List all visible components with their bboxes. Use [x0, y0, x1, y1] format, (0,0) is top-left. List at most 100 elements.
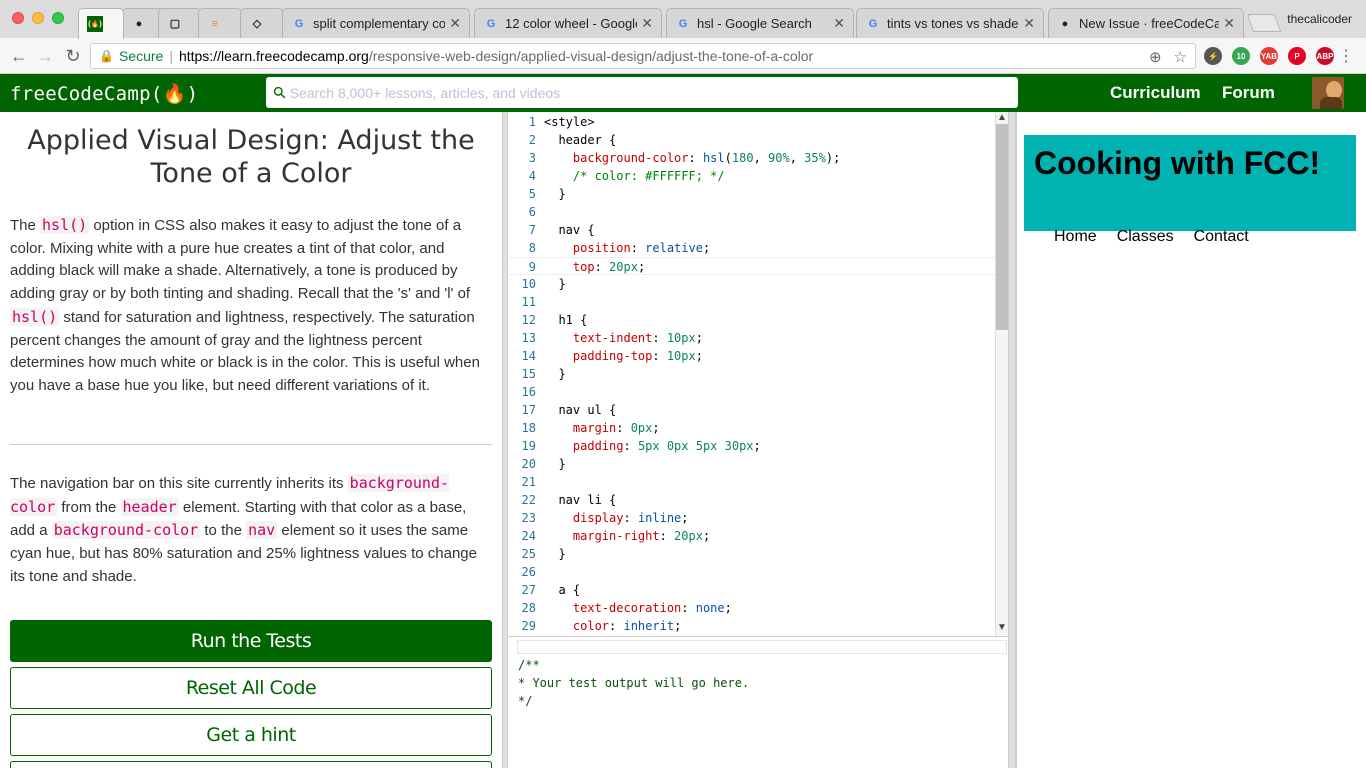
browser-tab[interactable]: (🔥) — [78, 8, 124, 39]
preview-header: Cooking with FCC! — [1024, 135, 1356, 231]
code-line[interactable]: 4 /* color: #FFFFFF; */ — [508, 167, 998, 185]
window-minimize-button[interactable] — [32, 12, 44, 24]
reload-icon[interactable]: ↻ — [62, 45, 84, 67]
code-line[interactable]: 24 margin-right: 20px; — [508, 527, 998, 545]
preview-nav-link[interactable]: Contact — [1194, 228, 1249, 246]
browser-tab[interactable]: ▢ — [158, 8, 202, 38]
close-tab-icon[interactable]: ✕ — [1023, 15, 1035, 32]
close-tab-icon[interactable]: ✕ — [449, 15, 461, 32]
close-tab-icon[interactable]: ✕ — [1223, 15, 1235, 32]
scroll-down-icon[interactable]: ▼ — [996, 622, 1008, 633]
line-number: 11 — [521, 295, 536, 309]
code-line[interactable]: 6 — [508, 203, 998, 221]
tab-title: New Issue · freeCodeCa — [1079, 16, 1220, 31]
code-line[interactable]: 21 — [508, 473, 998, 491]
code-line[interactable]: 26 — [508, 563, 998, 581]
browser-tab[interactable]: ◇ — [240, 8, 284, 38]
code-line[interactable]: 3 background-color: hsl(180, 90%, 35%); — [508, 149, 998, 167]
code-line[interactable]: 5 } — [508, 185, 998, 203]
user-avatar[interactable] — [1312, 77, 1344, 109]
preview-nav-link[interactable]: Home — [1054, 228, 1097, 246]
adblock-icon[interactable]: ABP — [1316, 47, 1334, 65]
close-tab-icon[interactable]: ✕ — [641, 15, 653, 32]
browser-tab[interactable]: ● New Issue · freeCodeCa ✕ — [1048, 8, 1244, 38]
editor-scrollbar-thumb[interactable] — [996, 124, 1008, 330]
code-line[interactable]: 23 display: inline; — [508, 509, 998, 527]
code-token: position — [544, 241, 631, 255]
code-token: ); — [825, 151, 841, 165]
browser-tab[interactable]: G 12 color wheel - Google ✕ — [474, 8, 662, 38]
test-output-panel — [508, 636, 1008, 768]
nav-curriculum-link[interactable]: Curriculum — [1110, 83, 1201, 103]
inline-code: nav — [246, 521, 278, 540]
forward-arrow-icon[interactable]: → — [34, 45, 56, 67]
code-token: , — [789, 151, 805, 165]
ask-help-button[interactable] — [10, 761, 492, 768]
translate-icon[interactable]: ⊕ — [1149, 48, 1162, 66]
line-number: 6 — [528, 205, 536, 219]
code-line[interactable]: 14 padding-top: 10px; — [508, 347, 998, 365]
address-separator: | — [169, 48, 173, 64]
browser-tab[interactable]: ≡ — [198, 8, 242, 38]
code-line[interactable]: 16 — [508, 383, 998, 401]
code-line[interactable]: 2 header { — [508, 131, 998, 149]
search-input[interactable] — [289, 84, 990, 101]
calendar-extension-icon[interactable]: 10 — [1232, 47, 1250, 65]
code-line[interactable]: 27 a { — [508, 581, 998, 599]
code-token: inherit — [623, 619, 675, 633]
line-number: 4 — [528, 169, 536, 183]
reset-code-button[interactable]: Reset All Code — [10, 667, 492, 709]
fcc-logo[interactable]: freeCodeCamp(🔥) — [10, 82, 198, 105]
address-bar[interactable]: 🔒 Secure | https://learn.freecodecamp.or… — [90, 43, 1196, 69]
pane-splitter-right[interactable] — [1008, 112, 1016, 768]
code-token: } — [544, 457, 566, 471]
code-token: background-color — [544, 151, 689, 165]
code-line[interactable]: 19 padding: 5px 0px 5px 30px; — [508, 437, 998, 455]
yab-extension-icon[interactable]: YAB — [1260, 47, 1278, 65]
code-token: ; — [724, 601, 732, 615]
code-line[interactable]: 7 nav { — [508, 221, 998, 239]
code-line[interactable]: 22 nav li { — [508, 491, 998, 509]
code-line[interactable]: 25 } — [508, 545, 998, 563]
code-line[interactable]: 10 } — [508, 275, 998, 293]
test-output-input[interactable] — [517, 640, 1007, 654]
code-line[interactable]: 1 <style> — [508, 113, 998, 131]
line-number: 15 — [521, 367, 536, 381]
code-token: nav li { — [544, 493, 617, 507]
nav-forum-link[interactable]: Forum — [1222, 83, 1275, 103]
profile-name[interactable]: thecalicoder — [1287, 12, 1352, 26]
browser-tab[interactable]: Gsplit complementary col ✕ — [282, 8, 470, 38]
get-hint-button[interactable]: Get a hint — [10, 714, 492, 756]
bookmark-star-icon[interactable]: ☆ — [1174, 48, 1187, 66]
code-editor[interactable]: 1 <style> 2 header {3 background-color: hs… — [508, 112, 1008, 636]
code-line[interactable]: 17 nav ul { — [508, 401, 998, 419]
code-token: ; — [753, 439, 761, 453]
code-line[interactable]: 9 top: 20px; — [508, 257, 998, 275]
code-line[interactable]: 20 } — [508, 455, 998, 473]
window-maximize-button[interactable] — [52, 12, 64, 24]
browser-tab[interactable]: Gtints vs tones vs shades ✕ — [856, 8, 1044, 38]
line-number: 13 — [521, 331, 536, 345]
code-line[interactable]: 8 position: relative; — [508, 239, 998, 257]
code-line[interactable]: 28 text-decoration: none; — [508, 599, 998, 617]
pinterest-icon[interactable]: P — [1288, 47, 1306, 65]
run-tests-button[interactable]: Run the Tests — [10, 620, 492, 662]
code-line[interactable]: 12 h1 { — [508, 311, 998, 329]
code-token: : — [616, 421, 631, 435]
bolt-icon[interactable]: ⚡ — [1204, 47, 1222, 65]
browser-tab[interactable]: Ghsl - Google Search ✕ — [666, 8, 854, 38]
code-line[interactable]: 15 } — [508, 365, 998, 383]
scroll-up-icon[interactable]: ▲ — [996, 112, 1008, 123]
code-line[interactable]: 29 color: inherit; — [508, 617, 998, 635]
preview-nav-link[interactable]: Classes — [1117, 228, 1174, 246]
code-line[interactable]: 18 margin: 0px; — [508, 419, 998, 437]
close-tab-icon[interactable]: ✕ — [833, 15, 845, 32]
browser-menu-icon[interactable]: ⋮ — [1338, 46, 1354, 66]
fcc-icon: (🔥) — [87, 16, 103, 32]
code-line[interactable]: 11 — [508, 293, 998, 311]
new-tab-button[interactable] — [1246, 14, 1282, 32]
window-close-button[interactable] — [12, 12, 24, 24]
back-arrow-icon[interactable]: ← — [8, 45, 30, 67]
fcc-search-box[interactable]: ⚲ — [266, 77, 1018, 108]
code-line[interactable]: 13 text-indent: 10px; — [508, 329, 998, 347]
